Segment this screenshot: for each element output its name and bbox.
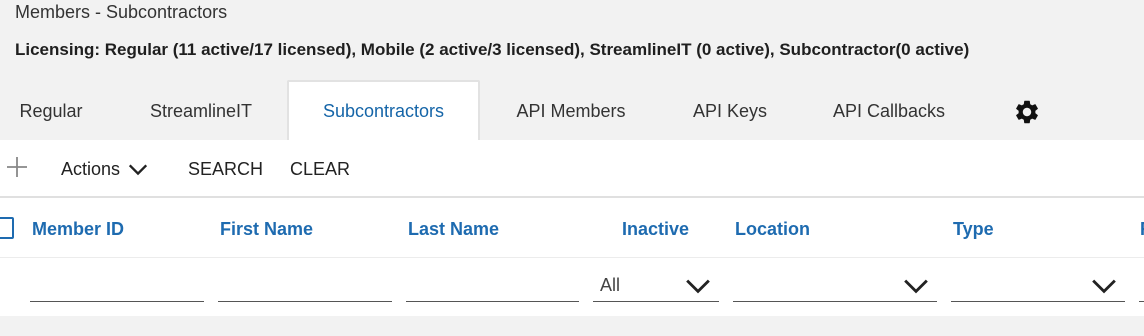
tab-streamlineit[interactable]: StreamlineIT	[130, 82, 272, 140]
toolbar: Actions SEARCH CLEAR	[0, 140, 1144, 198]
chevron-down-icon	[127, 158, 149, 180]
members-panel: Actions SEARCH CLEAR Member ID First Nam…	[0, 140, 1144, 316]
member-id-filter[interactable]	[30, 270, 204, 302]
column-last-name[interactable]: Last Name	[408, 200, 499, 258]
tab-api-keys[interactable]: API Keys	[680, 82, 780, 140]
location-filter-select[interactable]	[733, 270, 937, 302]
clear-button[interactable]: CLEAR	[290, 140, 350, 198]
tab-bar: Regular StreamlineIT Subcontractors API …	[0, 80, 1144, 140]
column-location[interactable]: Location	[735, 200, 810, 258]
next-column-filter[interactable]	[1139, 270, 1144, 302]
tab-api-members[interactable]: API Members	[500, 82, 642, 140]
plus-icon	[5, 155, 29, 184]
tab-regular[interactable]: Regular	[0, 82, 102, 140]
filter-row: All	[0, 258, 1144, 316]
chevron-down-icon	[685, 276, 711, 296]
column-inactive[interactable]: Inactive	[622, 200, 689, 258]
search-button[interactable]: SEARCH	[188, 140, 263, 198]
chevron-down-icon	[1091, 276, 1117, 296]
column-first-name[interactable]: First Name	[220, 200, 313, 258]
table-header: Member ID First Name Last Name Inactive …	[0, 200, 1144, 258]
actions-label: Actions	[61, 158, 121, 179]
column-type[interactable]: Type	[953, 200, 994, 258]
tab-api-callbacks[interactable]: API Callbacks	[818, 82, 960, 140]
page-title: Members - Subcontractors	[15, 2, 228, 22]
inactive-filter-value: All	[600, 275, 621, 295]
chevron-down-icon	[903, 276, 929, 296]
column-member-id[interactable]: Member ID	[32, 200, 124, 258]
last-name-filter[interactable]	[406, 270, 579, 302]
actions-dropdown[interactable]: Actions	[61, 140, 149, 198]
column-r[interactable]: R	[1140, 200, 1144, 258]
tab-subcontractors[interactable]: Subcontractors	[287, 80, 480, 140]
first-name-filter[interactable]	[218, 270, 392, 302]
gear-icon[interactable]	[1013, 98, 1041, 126]
licensing-summary: Licensing: Regular (11 active/17 license…	[15, 40, 970, 59]
select-all-checkbox[interactable]	[0, 217, 14, 239]
add-button[interactable]	[4, 140, 30, 198]
type-filter-select[interactable]	[951, 270, 1125, 302]
inactive-filter-select[interactable]: All	[593, 270, 719, 302]
